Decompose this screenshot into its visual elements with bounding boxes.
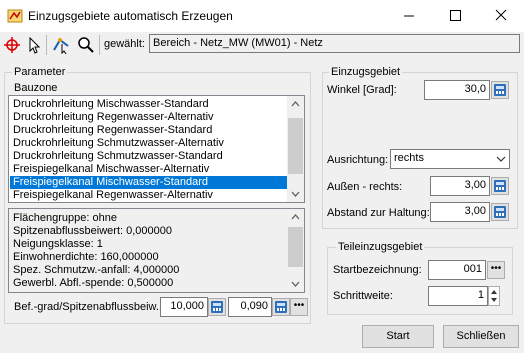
schritt-label: Schrittweite:: [333, 290, 393, 302]
selected-area-field[interactable]: Bereich - Netz_MW (MW01) - Netz: [149, 34, 520, 53]
winkel-label: Winkel [Grad]:: [327, 84, 397, 96]
chevron-down-icon: [496, 156, 506, 162]
calculator-button[interactable]: [491, 203, 509, 221]
info-line: Einwohnerdichte: 160,000000: [13, 251, 159, 263]
toolbar-separator: [99, 35, 100, 55]
app-icon: [7, 9, 23, 23]
scroll-down-icon[interactable]: [287, 185, 304, 202]
bef-label: Bef.-grad/Spitzenabflussbeiw...: [14, 301, 166, 313]
calculator-icon: [494, 180, 506, 192]
list-item[interactable]: Freispiegelkanal Mischwasser-Alternativ: [13, 163, 209, 176]
start-input[interactable]: 001: [428, 260, 486, 280]
schritt-input[interactable]: 1: [428, 286, 488, 306]
info-scrollbar[interactable]: [287, 209, 304, 292]
info-line: Gewerbl. Abfl.-spende: 0,500000: [13, 277, 174, 289]
calculator-icon: [211, 301, 223, 313]
winkel-input[interactable]: 30,0: [424, 80, 490, 100]
bef-value1-input[interactable]: 10,000: [160, 297, 208, 317]
list-item[interactable]: Druckrohrleitung Regenwasser-Standard: [13, 124, 212, 137]
calculator-icon: [494, 84, 506, 96]
maximize-icon: [450, 10, 461, 21]
maximize-button[interactable]: [432, 0, 478, 32]
bauzone-listbox[interactable]: Druckrohrleitung Mischwasser-Standard Dr…: [8, 95, 305, 203]
window-title: Einzugsgebiete automatisch Erzeugen: [28, 9, 233, 23]
scroll-down-icon[interactable]: [287, 275, 304, 292]
ellipsis-icon: •••: [293, 300, 305, 311]
scroll-thumb[interactable]: [288, 227, 303, 267]
aussen-label: Außen - rechts:: [327, 181, 403, 193]
ausrichtung-value: rechts: [394, 152, 424, 164]
toolbar-separator: [46, 35, 47, 55]
aussen-input[interactable]: 3,00: [430, 176, 490, 196]
ausrichtung-label: Ausrichtung:: [327, 154, 389, 166]
schritt-spinner[interactable]: [488, 286, 500, 306]
calculator-button[interactable]: [491, 81, 509, 99]
abstand-input[interactable]: 3,00: [430, 202, 490, 222]
spinner-arrows-icon: [491, 290, 497, 302]
calculator-icon: [275, 301, 287, 313]
calculator-icon: [494, 206, 506, 218]
list-item[interactable]: Freispiegelkanal Regenwasser-Alternativ: [13, 189, 213, 202]
ellipsis-button[interactable]: •••: [487, 261, 505, 279]
calculator-button[interactable]: [272, 298, 290, 316]
parameter-group-label: Parameter: [12, 66, 68, 78]
close-icon: [495, 9, 507, 21]
network-select-icon[interactable]: [52, 36, 70, 54]
minimize-button[interactable]: [386, 0, 432, 32]
bauzone-label: Bauzone: [14, 82, 58, 94]
abstand-label: Abstand zur Haltung:: [327, 207, 430, 219]
info-textbox[interactable]: Flächengruppe: ohne Spitzenabflussbeiwer…: [8, 208, 305, 293]
listbox-scrollbar[interactable]: [287, 96, 304, 202]
ellipsis-icon: •••: [490, 263, 502, 274]
info-line: Spez. Schmutzw.-anfall: 4,000000: [13, 264, 180, 276]
list-item[interactable]: Druckrohrleitung Schmutzwasser-Alternati…: [13, 137, 224, 150]
ausrichtung-select[interactable]: rechts: [390, 149, 510, 169]
list-item[interactable]: Druckrohrleitung Regenwasser-Alternativ: [13, 111, 214, 124]
close-button[interactable]: Schließen: [443, 325, 519, 348]
teileinzugsgebiet-group-label: Teileinzugsgebiet: [336, 241, 425, 253]
start-label: Startbezeichnung:: [333, 264, 422, 276]
pointer-icon[interactable]: [25, 36, 43, 54]
bef-value2-input[interactable]: 0,090: [228, 297, 272, 317]
scroll-up-icon[interactable]: [287, 209, 304, 226]
list-item[interactable]: Druckrohrleitung Mischwasser-Standard: [13, 98, 209, 111]
info-line: Neigungsklasse: 1: [13, 238, 103, 250]
calculator-button[interactable]: [208, 298, 226, 316]
zoom-icon[interactable]: [77, 36, 95, 54]
close-window-button[interactable]: [478, 0, 524, 32]
list-item[interactable]: Druckrohrleitung Schmutzwasser-Standard: [13, 150, 223, 163]
scroll-up-icon[interactable]: [287, 96, 304, 113]
start-button[interactable]: Start: [362, 325, 434, 348]
selected-label: gewählt:: [104, 38, 145, 50]
info-line: Flächengruppe: ohne: [13, 212, 117, 224]
calculator-button[interactable]: [491, 177, 509, 195]
einzugsgebiet-group-label: Einzugsgebiet: [329, 66, 403, 78]
info-line: Spitzenabflussbeiwert: 0,000000: [13, 225, 172, 237]
crosshair-icon[interactable]: [3, 36, 21, 54]
ellipsis-button[interactable]: •••: [290, 298, 308, 316]
scroll-thumb[interactable]: [288, 118, 303, 174]
list-item-selected[interactable]: Freispiegelkanal Mischwasser-Standard: [10, 176, 292, 189]
minimize-icon: [404, 15, 414, 17]
